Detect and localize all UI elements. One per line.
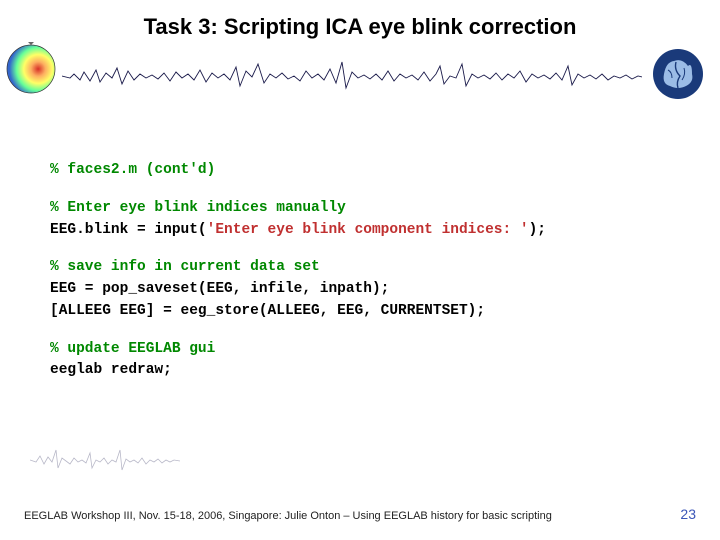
- code-block: % faces2.m (cont'd) % Enter eye blink in…: [50, 160, 680, 382]
- slide-number: 23: [680, 506, 696, 522]
- slide-title: Task 3: Scripting ICA eye blink correcti…: [0, 14, 720, 40]
- code-comment: % Enter eye blink indices manually: [50, 200, 346, 216]
- code-line: EEG.blink = input('Enter eye blink compo…: [50, 220, 680, 242]
- head-topography-icon: [4, 42, 58, 96]
- code-comment: % faces2.m (cont'd): [50, 162, 215, 178]
- slide-footer: EEGLAB Workshop III, Nov. 15-18, 2006, S…: [24, 510, 552, 522]
- code-line: EEG = pop_saveset(EEG, infile, inpath);: [50, 279, 680, 301]
- code-line: eeglab redraw;: [50, 360, 680, 382]
- code-comment: % update EEGLAB gui: [50, 341, 215, 357]
- code-line: [ALLEEG EEG] = eeg_store(ALLEEG, EEG, CU…: [50, 301, 680, 323]
- code-comment: % save info in current data set: [50, 259, 320, 275]
- eeg-trace-icon: [62, 56, 642, 96]
- brain-logo-icon: [652, 48, 704, 100]
- small-eeg-trace-icon: [30, 442, 180, 478]
